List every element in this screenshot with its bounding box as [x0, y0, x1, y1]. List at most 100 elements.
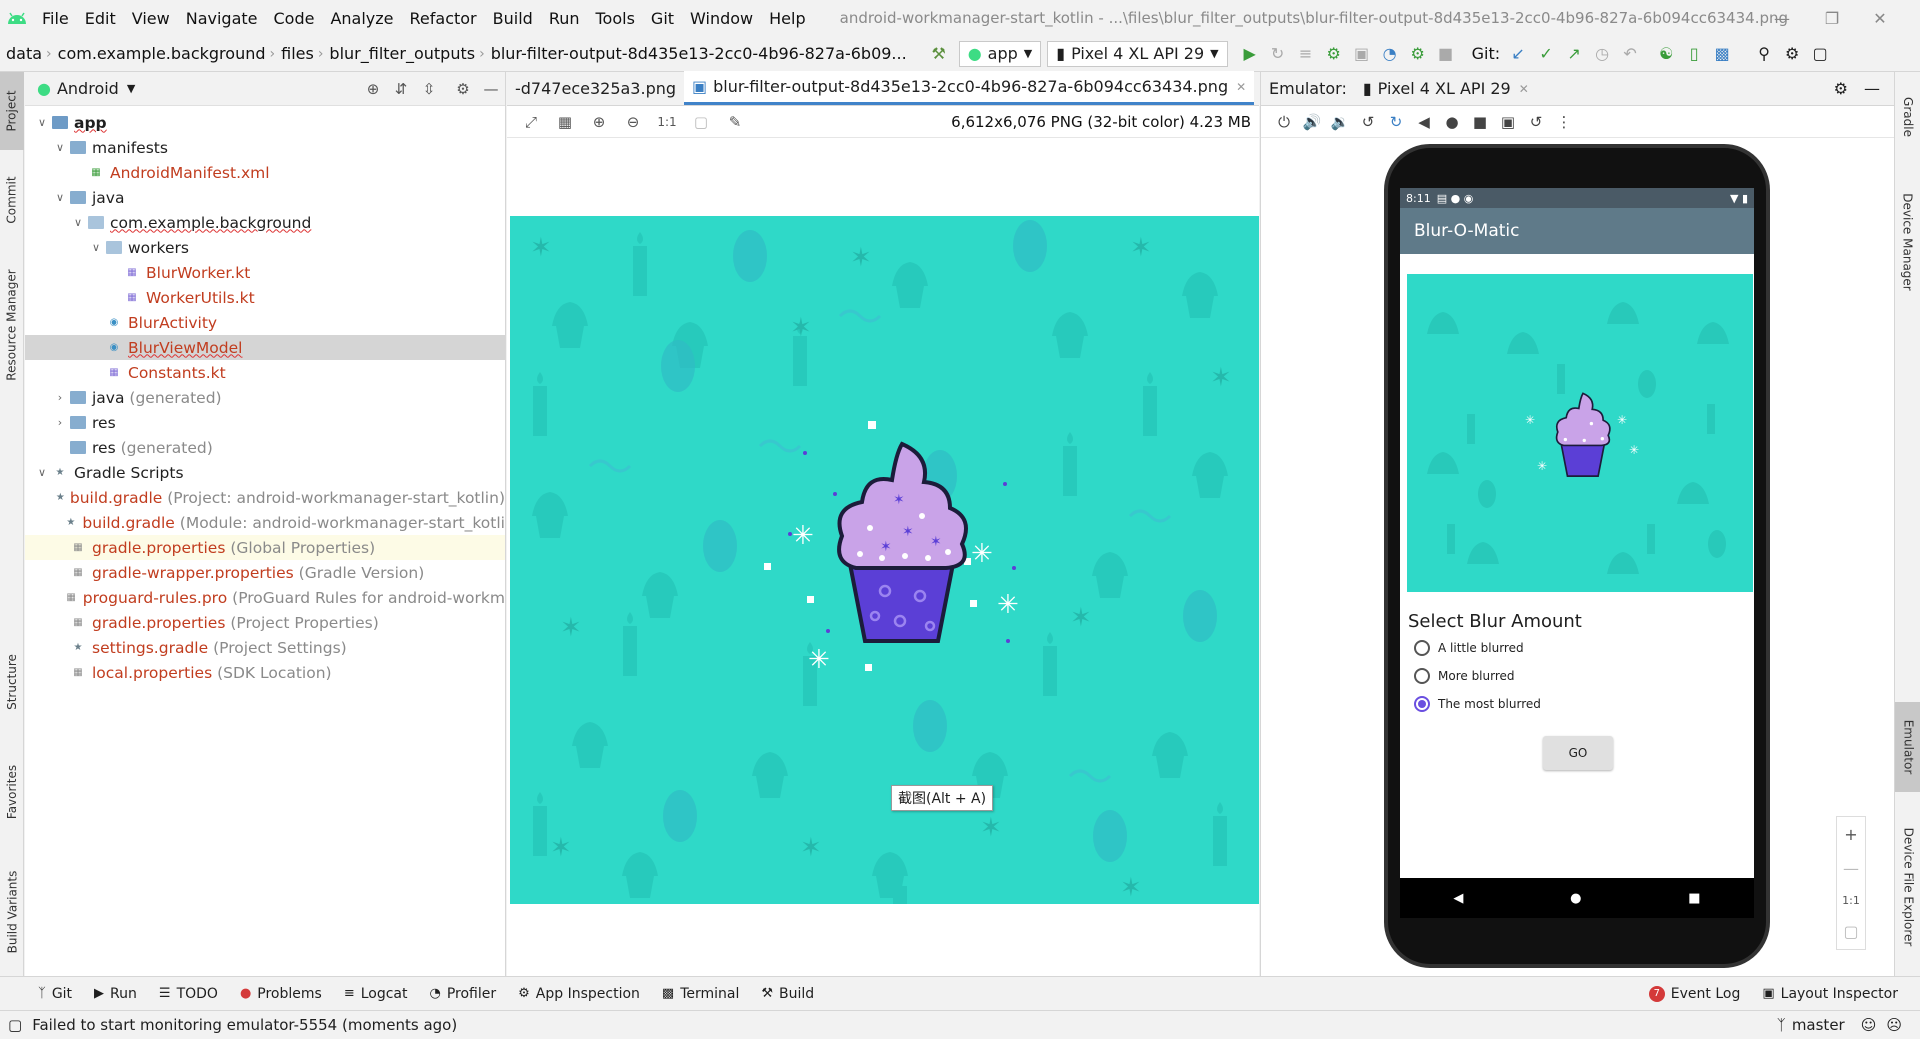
tree-item[interactable]: ★ settings.gradle (Project Settings)	[25, 635, 505, 660]
locate-icon[interactable]: ⊕	[359, 80, 387, 98]
tree-item[interactable]: ★ build.gradle (Project: android-workmana…	[25, 485, 505, 510]
zoom-in-icon[interactable]: +	[1844, 825, 1857, 844]
tree-item[interactable]: ▦ gradle.properties (Global Properties)	[25, 535, 505, 560]
coverage-icon[interactable]: ⚙	[1404, 40, 1432, 68]
run-config-select[interactable]: ● app ▼	[958, 40, 1042, 67]
radio-more-blurred[interactable]: More blurred	[1414, 668, 1515, 684]
home-icon[interactable]: ●	[1570, 891, 1581, 906]
smiley-icon[interactable]: ☺	[1861, 1016, 1877, 1034]
overview-icon[interactable]: ■	[1688, 891, 1700, 906]
bottom-tool-todo[interactable]: ☰ TODO	[159, 986, 218, 1002]
fit-window-icon[interactable]: ▢	[687, 113, 715, 131]
hide-panel-icon[interactable]: —	[1864, 79, 1880, 98]
menu-refactor[interactable]: Refactor	[402, 9, 485, 28]
zoom-out-icon[interactable]: —	[1843, 859, 1859, 878]
bottom-tool-terminal[interactable]: ▩ Terminal	[662, 986, 739, 1002]
chevron-down-icon[interactable]: ∨	[51, 191, 69, 204]
tree-item[interactable]: ★ build.gradle (Module: android-workmanag…	[25, 510, 505, 535]
tree-item[interactable]: ▦ local.properties (SDK Location)	[25, 660, 505, 685]
editor-tab-active[interactable]: ▣ blur-filter-output-8d435e13-2cc0-4b96-…	[684, 71, 1255, 105]
close-icon[interactable]: ✕	[1860, 0, 1900, 36]
chevron-right-icon[interactable]: ›	[51, 416, 69, 429]
grid-icon[interactable]: ▦	[551, 113, 579, 131]
fit-zoom-icon[interactable]: ⤢	[517, 113, 545, 131]
back-icon[interactable]: ◀	[1453, 891, 1463, 906]
rerun-icon[interactable]: ↻	[1264, 40, 1292, 68]
tree-item[interactable]: ∨ com.example.background	[25, 210, 505, 235]
tree-item[interactable]: ▦ gradle-wrapper.properties (Gradle Versi…	[25, 560, 505, 585]
close-tab-icon[interactable]: ✕	[1236, 80, 1246, 94]
avd-manager-icon[interactable]: ▯	[1680, 40, 1708, 68]
tool-tab-device-manager[interactable]: Device Manager	[1895, 172, 1920, 312]
tool-tab-build-variants[interactable]: Build Variants	[0, 852, 24, 972]
attach-debugger-icon[interactable]: ▣	[1348, 40, 1376, 68]
breadcrumb-file[interactable]: blur-filter-output-8d435e13-2cc0-4b96-82…	[485, 44, 911, 63]
tool-tab-gradle[interactable]: Gradle	[1895, 82, 1920, 152]
actual-size-icon[interactable]: 1:1	[1842, 894, 1860, 907]
git-branch-widget[interactable]: master	[1792, 1016, 1845, 1034]
menu-code[interactable]: Code	[266, 9, 323, 28]
menu-analyze[interactable]: Analyze	[322, 9, 401, 28]
tree-item[interactable]: ◉ BlurViewModel	[25, 335, 505, 360]
tree-item[interactable]: res (generated)	[25, 435, 505, 460]
camera-icon[interactable]: ▣	[1495, 113, 1521, 131]
tool-tab-resource-manager[interactable]: Resource Manager	[0, 250, 24, 400]
home-icon[interactable]: ●	[1439, 113, 1465, 131]
bottom-tool-app-inspection[interactable]: ⚙ App Inspection	[518, 986, 640, 1002]
fit-window-icon[interactable]: ▢	[1843, 922, 1858, 941]
tree-item[interactable]: ∨ workers	[25, 235, 505, 260]
menu-view[interactable]: View	[124, 9, 178, 28]
restore-icon[interactable]: ❐	[1812, 0, 1852, 36]
menu-file[interactable]: File	[34, 9, 77, 28]
close-tab-icon[interactable]: ✕	[1519, 82, 1529, 96]
chevron-down-icon[interactable]: ▼	[127, 82, 135, 95]
tree-item[interactable]: ▦ proguard-rules.pro (ProGuard Rules for …	[25, 585, 505, 610]
settings-gear-icon[interactable]: ⚙	[1834, 79, 1848, 98]
bottom-tool-problems[interactable]: ● Problems	[240, 986, 322, 1002]
radio-button[interactable]	[1414, 668, 1430, 684]
expand-all-icon[interactable]: ⇵	[387, 80, 415, 98]
git-push-icon[interactable]: ↗	[1560, 40, 1588, 68]
zoom-in-icon[interactable]: ⊕	[585, 113, 613, 131]
profile-icon[interactable]: ◔	[1376, 40, 1404, 68]
menu-edit[interactable]: Edit	[77, 9, 124, 28]
debug-icon[interactable]: ⚙	[1320, 40, 1348, 68]
volume-up-icon[interactable]: 🔊	[1299, 113, 1325, 131]
radio-button-checked[interactable]	[1414, 696, 1430, 712]
tree-item[interactable]: ∨ app	[25, 110, 505, 135]
menu-window[interactable]: Window	[682, 9, 761, 28]
more-options-icon[interactable]: ⋮	[1551, 113, 1577, 131]
tree-item[interactable]: ∨ manifests	[25, 135, 505, 160]
menu-build[interactable]: Build	[485, 9, 541, 28]
menu-run[interactable]: Run	[541, 9, 588, 28]
chevron-down-icon[interactable]: ∨	[87, 241, 105, 254]
menu-navigate[interactable]: Navigate	[178, 9, 266, 28]
project-view-select[interactable]: Android	[57, 79, 119, 98]
radio-button[interactable]	[1414, 640, 1430, 656]
tool-tab-project[interactable]: Project	[0, 72, 24, 150]
layout-inspector-button[interactable]: ▣ Layout Inspector	[1762, 986, 1898, 1002]
menu-tools[interactable]: Tools	[588, 9, 643, 28]
tool-tab-device-file-explorer[interactable]: Device File Explorer	[1895, 812, 1920, 962]
rotate-left-icon[interactable]: ↺	[1355, 113, 1381, 131]
minimize-icon[interactable]: —	[1762, 0, 1802, 36]
tree-item[interactable]: ▦ Constants.kt	[25, 360, 505, 385]
settings-gear-icon[interactable]: ⚙	[1778, 40, 1806, 68]
chevron-down-icon[interactable]: ∨	[33, 116, 51, 129]
overview-icon[interactable]: ■	[1467, 113, 1493, 131]
git-commit-icon[interactable]: ✓	[1532, 40, 1560, 68]
tool-tab-favorites[interactable]: Favorites	[0, 742, 24, 842]
device-select[interactable]: ▮ Pixel 4 XL API 29 ▼	[1047, 40, 1228, 67]
breadcrumb-package[interactable]: com.example.background	[52, 44, 270, 63]
go-button[interactable]: GO	[1543, 736, 1613, 770]
stop-icon[interactable]: ■	[1432, 40, 1460, 68]
bottom-tool-profiler[interactable]: ◔ Profiler	[430, 986, 497, 1002]
actual-size-icon[interactable]: 1:1	[653, 115, 681, 129]
rotate-right-icon[interactable]: ↻	[1383, 113, 1409, 131]
gradle-sync-icon[interactable]: ☯	[1652, 40, 1680, 68]
volume-down-icon[interactable]: 🔉	[1327, 113, 1353, 131]
emulator-device-tab[interactable]: Pixel 4 XL API 29	[1378, 79, 1511, 98]
bottom-tool-git[interactable]: ᛉ Git	[38, 986, 72, 1002]
run-icon[interactable]: ▶	[1236, 40, 1264, 68]
bottom-tool-build[interactable]: ⚒ Build	[761, 986, 814, 1002]
